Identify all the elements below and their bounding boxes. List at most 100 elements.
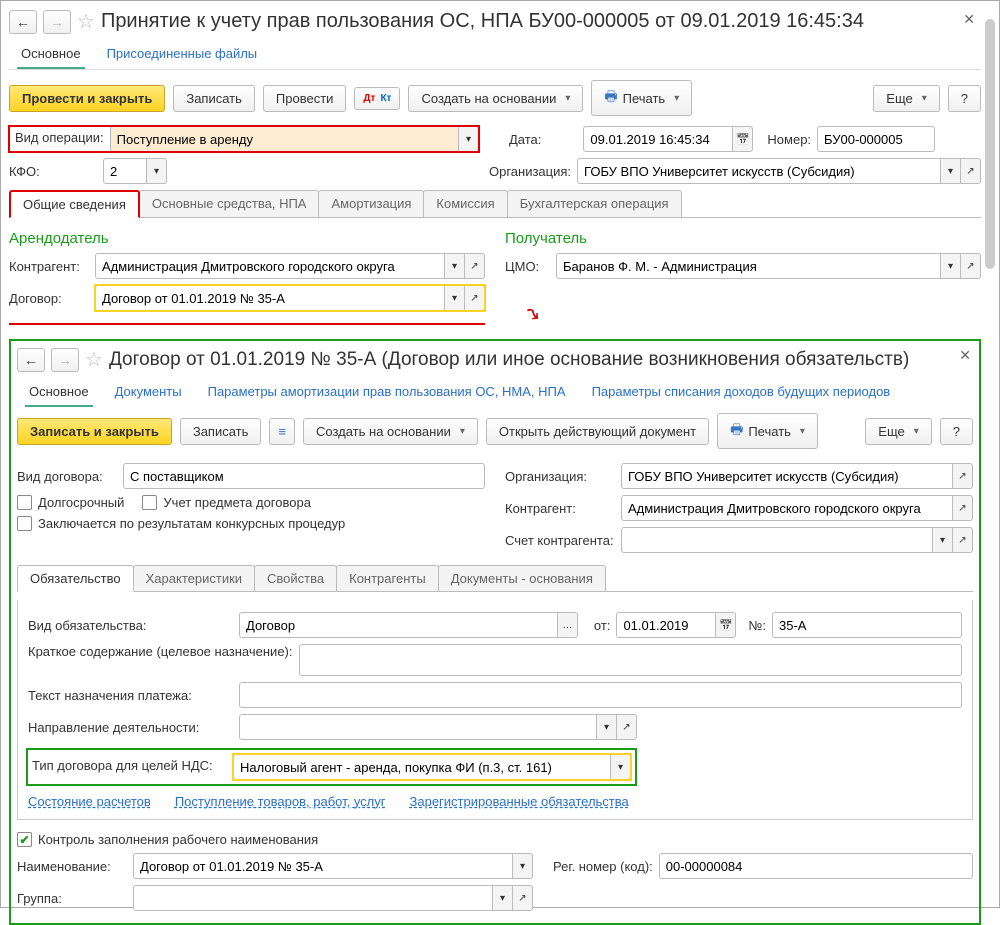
open-current-doc-button[interactable]: Открыть действующий документ xyxy=(486,418,709,445)
tab-documents[interactable]: Документы xyxy=(111,378,186,407)
write-button[interactable]: Записать xyxy=(173,85,255,112)
cmo-input[interactable] xyxy=(556,253,941,279)
help-button[interactable]: ? xyxy=(948,85,981,112)
tab-main[interactable]: Основное xyxy=(25,378,93,407)
dropdown-icon[interactable]: ▾ xyxy=(493,885,513,911)
settlements-link[interactable]: Состояние расчетов xyxy=(28,794,151,809)
goods-receipt-link[interactable]: Поступление товаров, работ, услуг xyxy=(175,794,386,809)
nav-back-button[interactable]: ← xyxy=(9,10,37,34)
close-icon[interactable]: ✕ xyxy=(959,347,971,364)
tab-amort[interactable]: Амортизация xyxy=(318,190,424,217)
reg-number-label: Рег. номер (код): xyxy=(553,859,653,874)
tab-general[interactable]: Общие сведения xyxy=(9,190,140,218)
name-input[interactable] xyxy=(133,853,513,879)
dtkt-button[interactable]: ДтКт xyxy=(354,87,400,110)
dropdown-icon[interactable]: ▾ xyxy=(933,527,953,553)
contract-type-input[interactable] xyxy=(123,463,485,489)
vat-type-input[interactable] xyxy=(233,754,611,780)
org-input[interactable] xyxy=(577,158,941,184)
nav-back-button[interactable]: ← xyxy=(17,348,45,372)
dropdown-icon[interactable]: ▾ xyxy=(597,714,617,740)
contract-input[interactable] xyxy=(95,285,445,311)
account-input[interactable] xyxy=(621,527,933,553)
nav-forward-button[interactable]: → xyxy=(43,10,71,34)
open-icon[interactable]: ↗ xyxy=(465,253,485,279)
open-icon[interactable]: ↗ xyxy=(961,253,981,279)
open-icon[interactable]: ↗ xyxy=(953,527,973,553)
create-based-on-button[interactable]: Создать на основании xyxy=(408,85,583,112)
open-icon[interactable]: ↗ xyxy=(961,158,981,184)
dropdown-icon[interactable]: ▾ xyxy=(147,158,167,184)
calendar-icon[interactable] xyxy=(733,126,753,152)
doc-tabs: Общие сведения Основные средства, НПА Ам… xyxy=(9,190,981,218)
select-icon[interactable]: … xyxy=(558,612,578,638)
open-icon[interactable]: ↗ xyxy=(953,495,973,521)
summary-input[interactable] xyxy=(299,644,963,676)
favorite-star-icon[interactable]: ☆ xyxy=(77,9,95,34)
activity-input[interactable] xyxy=(239,714,597,740)
dropdown-icon[interactable]: ▾ xyxy=(513,853,533,879)
post-and-close-button[interactable]: Провести и закрыть xyxy=(9,85,165,112)
scrollbar-thumb[interactable] xyxy=(985,19,995,269)
print-button[interactable]: Печать xyxy=(591,80,692,116)
date-input[interactable] xyxy=(583,126,733,152)
obligation-kind-input[interactable] xyxy=(239,612,558,638)
close-icon[interactable]: ✕ xyxy=(963,11,975,28)
contract-title: Договор от 01.01.2019 № 35-А (Договор ил… xyxy=(109,349,909,371)
tab-files[interactable]: Присоединенные файлы xyxy=(103,40,262,69)
operation-type-label: Вид операции: xyxy=(9,126,110,152)
favorite-star-icon[interactable]: ☆ xyxy=(85,347,103,372)
competitive-checkbox[interactable]: Заключается по результатам конкурсных пр… xyxy=(17,516,345,531)
tab-assets[interactable]: Основные средства, НПА xyxy=(139,190,320,217)
subject-checkbox[interactable]: Учет предмета договора xyxy=(142,495,311,510)
more-button[interactable]: Еще xyxy=(865,418,931,445)
tab-obligation[interactable]: Обязательство xyxy=(17,565,134,592)
tab-counterparties[interactable]: Контрагенты xyxy=(336,565,439,591)
tab-characteristics[interactable]: Характеристики xyxy=(133,565,255,591)
control-naming-checkbox[interactable]: ✔Контроль заполнения рабочего наименован… xyxy=(17,832,318,847)
dropdown-icon[interactable]: ▾ xyxy=(941,158,961,184)
counterparty-input[interactable] xyxy=(621,495,953,521)
help-button[interactable]: ? xyxy=(940,418,973,445)
tab-properties[interactable]: Свойства xyxy=(254,565,337,591)
dropdown-icon[interactable]: ▾ xyxy=(459,126,479,152)
tab-amort-params[interactable]: Параметры амортизации прав пользования О… xyxy=(204,378,570,407)
open-icon[interactable]: ↗ xyxy=(617,714,637,740)
reg-number-input[interactable] xyxy=(659,853,973,879)
payment-text-input[interactable] xyxy=(239,682,962,708)
scrollbar[interactable] xyxy=(985,9,997,899)
tab-commission[interactable]: Комиссия xyxy=(423,190,507,217)
nav-forward-button[interactable]: → xyxy=(51,348,79,372)
org-input[interactable] xyxy=(621,463,953,489)
tab-writeoff-params[interactable]: Параметры списания доходов будущих перио… xyxy=(588,378,895,407)
kfo-input[interactable] xyxy=(103,158,147,184)
dropdown-icon[interactable]: ▾ xyxy=(445,253,465,279)
vat-type-label: Тип договора для целей НДС: xyxy=(32,754,233,780)
operation-type-input[interactable] xyxy=(110,126,459,152)
open-icon[interactable]: ↗ xyxy=(513,885,533,911)
nav-tabs: Основное Присоединенные файлы xyxy=(9,40,981,70)
calendar-icon[interactable] xyxy=(716,612,736,638)
registered-obligations-link[interactable]: Зарегистрированные обязательства xyxy=(410,794,629,809)
post-button[interactable]: Провести xyxy=(263,85,347,112)
write-button[interactable]: Записать xyxy=(180,418,262,445)
dropdown-icon[interactable]: ▾ xyxy=(445,285,465,311)
group-input[interactable] xyxy=(133,885,493,911)
tab-main[interactable]: Основное xyxy=(17,40,85,69)
dropdown-icon[interactable]: ▾ xyxy=(941,253,961,279)
dropdown-icon[interactable]: ▾ xyxy=(611,754,631,780)
from-date-input[interactable] xyxy=(616,612,716,638)
number-input[interactable] xyxy=(817,126,935,152)
write-and-close-button[interactable]: Записать и закрыть xyxy=(17,418,172,445)
print-button[interactable]: Печать xyxy=(717,413,818,449)
more-button[interactable]: Еще xyxy=(873,85,939,112)
tab-basis-docs[interactable]: Документы - основания xyxy=(438,565,606,591)
longterm-checkbox[interactable]: Долгосрочный xyxy=(17,495,124,510)
open-icon[interactable]: ↗ xyxy=(953,463,973,489)
list-button[interactable]: ≡ xyxy=(269,418,295,445)
num-input[interactable] xyxy=(772,612,962,638)
create-based-on-button[interactable]: Создать на основании xyxy=(303,418,478,445)
open-icon[interactable]: ↗ xyxy=(465,285,485,311)
tab-accounting[interactable]: Бухгалтерская операция xyxy=(507,190,682,217)
counterparty-input[interactable] xyxy=(95,253,445,279)
